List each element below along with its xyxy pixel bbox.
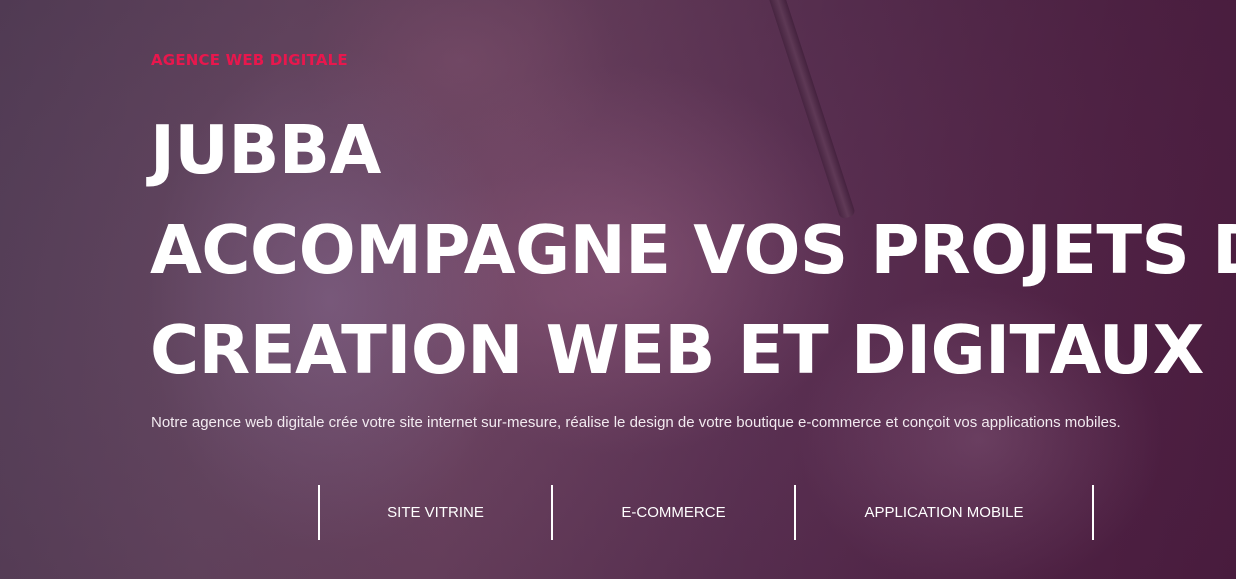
- service-link-site-vitrine[interactable]: SITE VITRINE: [320, 485, 553, 540]
- service-link-e-commerce[interactable]: E-COMMERCE: [553, 485, 796, 540]
- service-link-application-mobile[interactable]: APPLICATION MOBILE: [796, 485, 1094, 540]
- hero-title-line: ACCOMPAGNE VOS PROJETS DE: [150, 211, 1236, 289]
- hero-title-line: CREATION WEB ET DIGITAUX: [150, 311, 1204, 389]
- hero-title: JUBBA ACCOMPAGNE VOS PROJETS DE CREATION…: [150, 100, 1236, 400]
- hero-description: Notre agence web digitale crée votre sit…: [151, 414, 1121, 431]
- hero-eyebrow: AGENCE WEB DIGITALE: [151, 51, 348, 69]
- services-nav: SITE VITRINE E-COMMERCE APPLICATION MOBI…: [318, 485, 1094, 540]
- hero-title-line: JUBBA: [150, 111, 381, 189]
- hero-section: AGENCE WEB DIGITALE JUBBA ACCOMPAGNE VOS…: [0, 0, 1236, 579]
